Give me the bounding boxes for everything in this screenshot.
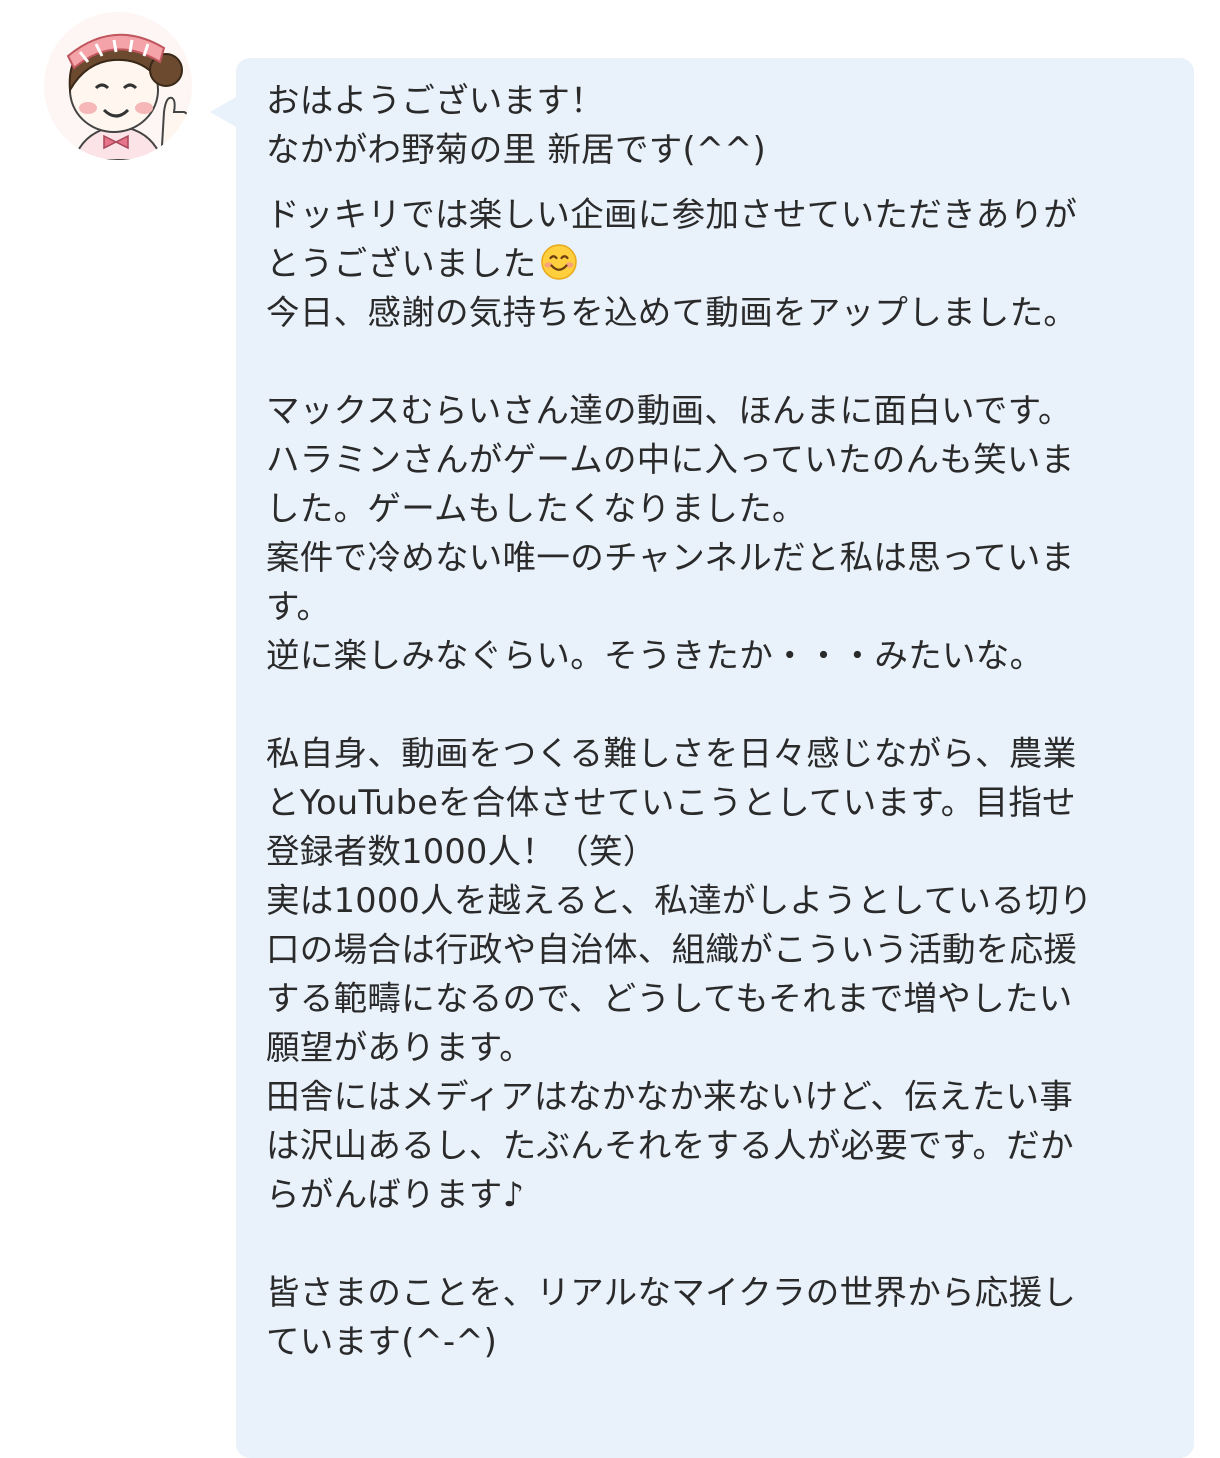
woman-avatar-thumbs-up-icon <box>44 12 192 160</box>
message-line: 願望があります。 <box>266 1028 534 1067</box>
message-line: 田舎にはメディアはなかなか来ないけど、伝えたい事 <box>266 1077 1074 1116</box>
message-line: とうございました <box>266 239 1166 288</box>
message-line: マックスむらいさん達の動画、ほんまに面白いです。 <box>266 391 1072 430</box>
smiling-face-emoji-icon <box>540 243 578 294</box>
message-line: 私自身、動画をつくる難しさを日々感じながら、農業 <box>266 734 1077 773</box>
message-line: とYouTubeを合体させていこうとしています。目指せ <box>266 783 1076 822</box>
message-line: 皆さまのことを、リアルなマイクラの世界から応援し <box>266 1273 1077 1312</box>
message-line: は沢山あるし、たぶんそれをする人が必要です。だか <box>266 1126 1074 1165</box>
greeting-line: なかがわ野菊の里 新居です(^^) <box>266 130 767 169</box>
greeting-line: おはようございます！ <box>266 81 604 120</box>
message-line: らがんばります♪ <box>266 1175 525 1214</box>
message-line: 口の場合は行政や自治体、組織がこういう活動を応援 <box>266 930 1078 969</box>
sender-avatar[interactable] <box>44 12 192 160</box>
message-line: 今日、感謝の気持ちを込めて動画をアップしました。 <box>266 293 1078 332</box>
message-line-text: とうございました <box>266 244 537 283</box>
message-line: した。ゲームもしたくなりました。 <box>266 489 806 528</box>
message-line: ドッキリでは楽しい企画に参加させていただきありが <box>266 195 1078 234</box>
message-text: おはようございます！ なかがわ野菊の里 新居です(^^) ドッキリでは楽しい企画… <box>266 76 1166 1366</box>
message-line: 逆に楽しみなぐらい。そうきたか・・・みたいな。 <box>266 636 1044 675</box>
message-line: 実は1000人を越えると、私達がしようとしている切り <box>266 881 1093 920</box>
message-line: 案件で冷めない唯一のチャンネルだと私は思っていま <box>266 538 1075 577</box>
bubble-tail <box>210 96 238 128</box>
message-line: 登録者数1000人！（笑） <box>266 832 657 871</box>
message-line: す。 <box>266 587 331 626</box>
message-line: ています(^-^) <box>266 1322 498 1361</box>
message-line: する範疇になるので、どうしてもそれまで増やしたい <box>266 979 1073 1018</box>
message-line: ハラミンさんがゲームの中に入っていたのんも笑いま <box>266 440 1075 479</box>
